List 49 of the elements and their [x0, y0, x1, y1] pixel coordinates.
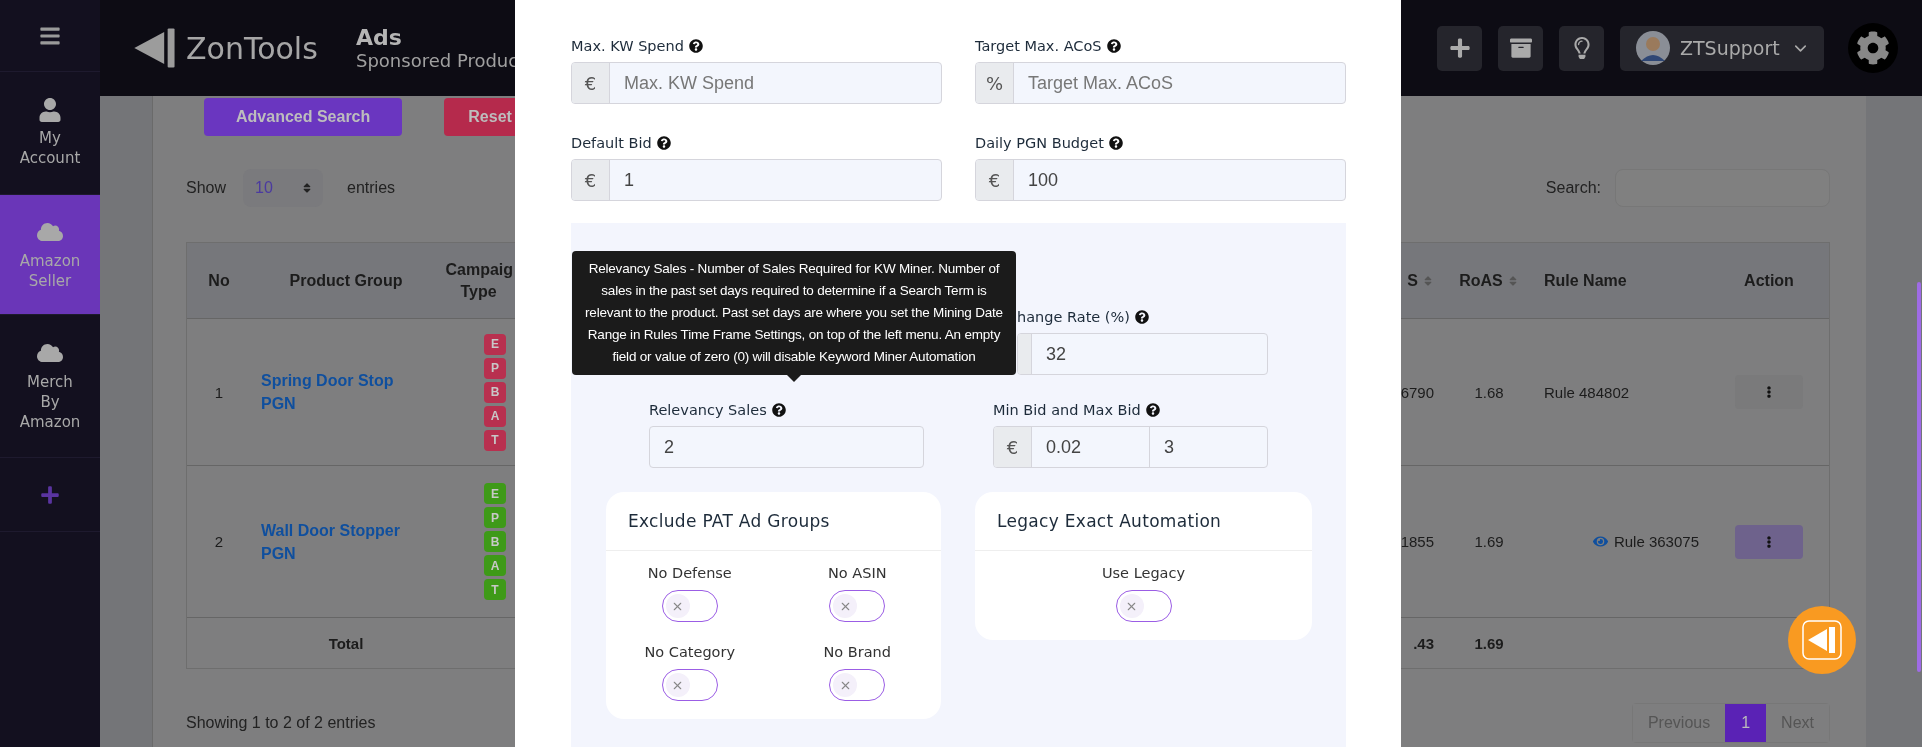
column-header: Rule Name: [1534, 243, 1709, 318]
field-label: Default Bid: [571, 135, 942, 151]
table-cell: Total: [251, 617, 441, 668]
column-header: Action: [1709, 243, 1829, 318]
campaign-badge: A: [484, 405, 506, 427]
table-cell: 1.69: [1444, 617, 1534, 668]
currency-addon: %: [976, 63, 1014, 103]
rule-name: Rule 363075: [1613, 533, 1699, 550]
tooltip: Relevancy Sales - Number of Sales Required for KW Miner. Number of sales in the past set days required to determine if a Search Term is relevant to the product. Past set days are where you set the Mining Date Range in Rules Time Frame Settings, on top of the left menu. An empty field or value of zero (0) will disable Keyword Miner Automation: [572, 251, 1016, 375]
currency-addon: €: [994, 427, 1032, 467]
toggle-label: No Defense: [647, 565, 732, 581]
page-title: Ads: [356, 25, 403, 50]
field-label: Daily PGN Budget: [975, 135, 1346, 151]
table-cell: 1: [187, 318, 251, 465]
entries-info: Showing 1 to 2 of 2 entries: [186, 714, 376, 732]
toggle-label: No Category: [644, 644, 736, 660]
table-cell: 2: [187, 465, 251, 617]
show-label: Show: [186, 179, 227, 197]
logo-text: ZonTools: [186, 30, 318, 66]
campaign-badge: B: [484, 381, 506, 403]
search-label: Search:: [1545, 179, 1601, 197]
rule-name: Rule 484802: [1544, 383, 1630, 401]
campaign-badge: A: [484, 555, 506, 576]
toggle-label: No ASIN: [827, 565, 887, 581]
field-label: Min Bid and Max Bid: [993, 402, 1268, 418]
field-label: Max. KW Spend: [571, 38, 942, 54]
table-cell: 1.69: [1444, 465, 1534, 617]
currency-addon: €: [572, 160, 610, 200]
campaign-badge: T: [484, 579, 506, 600]
page-subtitle: Sponsored Produc: [356, 50, 519, 71]
entries-label: entries: [347, 179, 396, 197]
table-cell: 1.68: [1444, 318, 1534, 465]
campaign-badge: T: [484, 429, 506, 451]
currency-addon: €: [572, 63, 610, 103]
field-label: Relevancy Sales: [649, 402, 924, 418]
campaign-badge: B: [484, 531, 506, 552]
currency-addon: €: [976, 160, 1014, 200]
column-header: No: [187, 243, 251, 318]
campaign-badge: P: [484, 357, 506, 379]
field-label: Target Max. ACoS: [975, 38, 1346, 54]
toggle-label: No Brand: [823, 644, 891, 660]
column-header: Campaig Type: [441, 243, 516, 318]
campaign-badge: E: [484, 333, 506, 355]
column-header: Product Group: [251, 243, 441, 318]
campaign-badge: P: [484, 507, 506, 528]
card-title: Exclude PAT Ad Groups: [606, 492, 941, 551]
campaign-badge: E: [484, 483, 506, 504]
toggle-label: Use Legacy: [1101, 565, 1186, 581]
card-title: Legacy Exact Automation: [975, 492, 1312, 551]
